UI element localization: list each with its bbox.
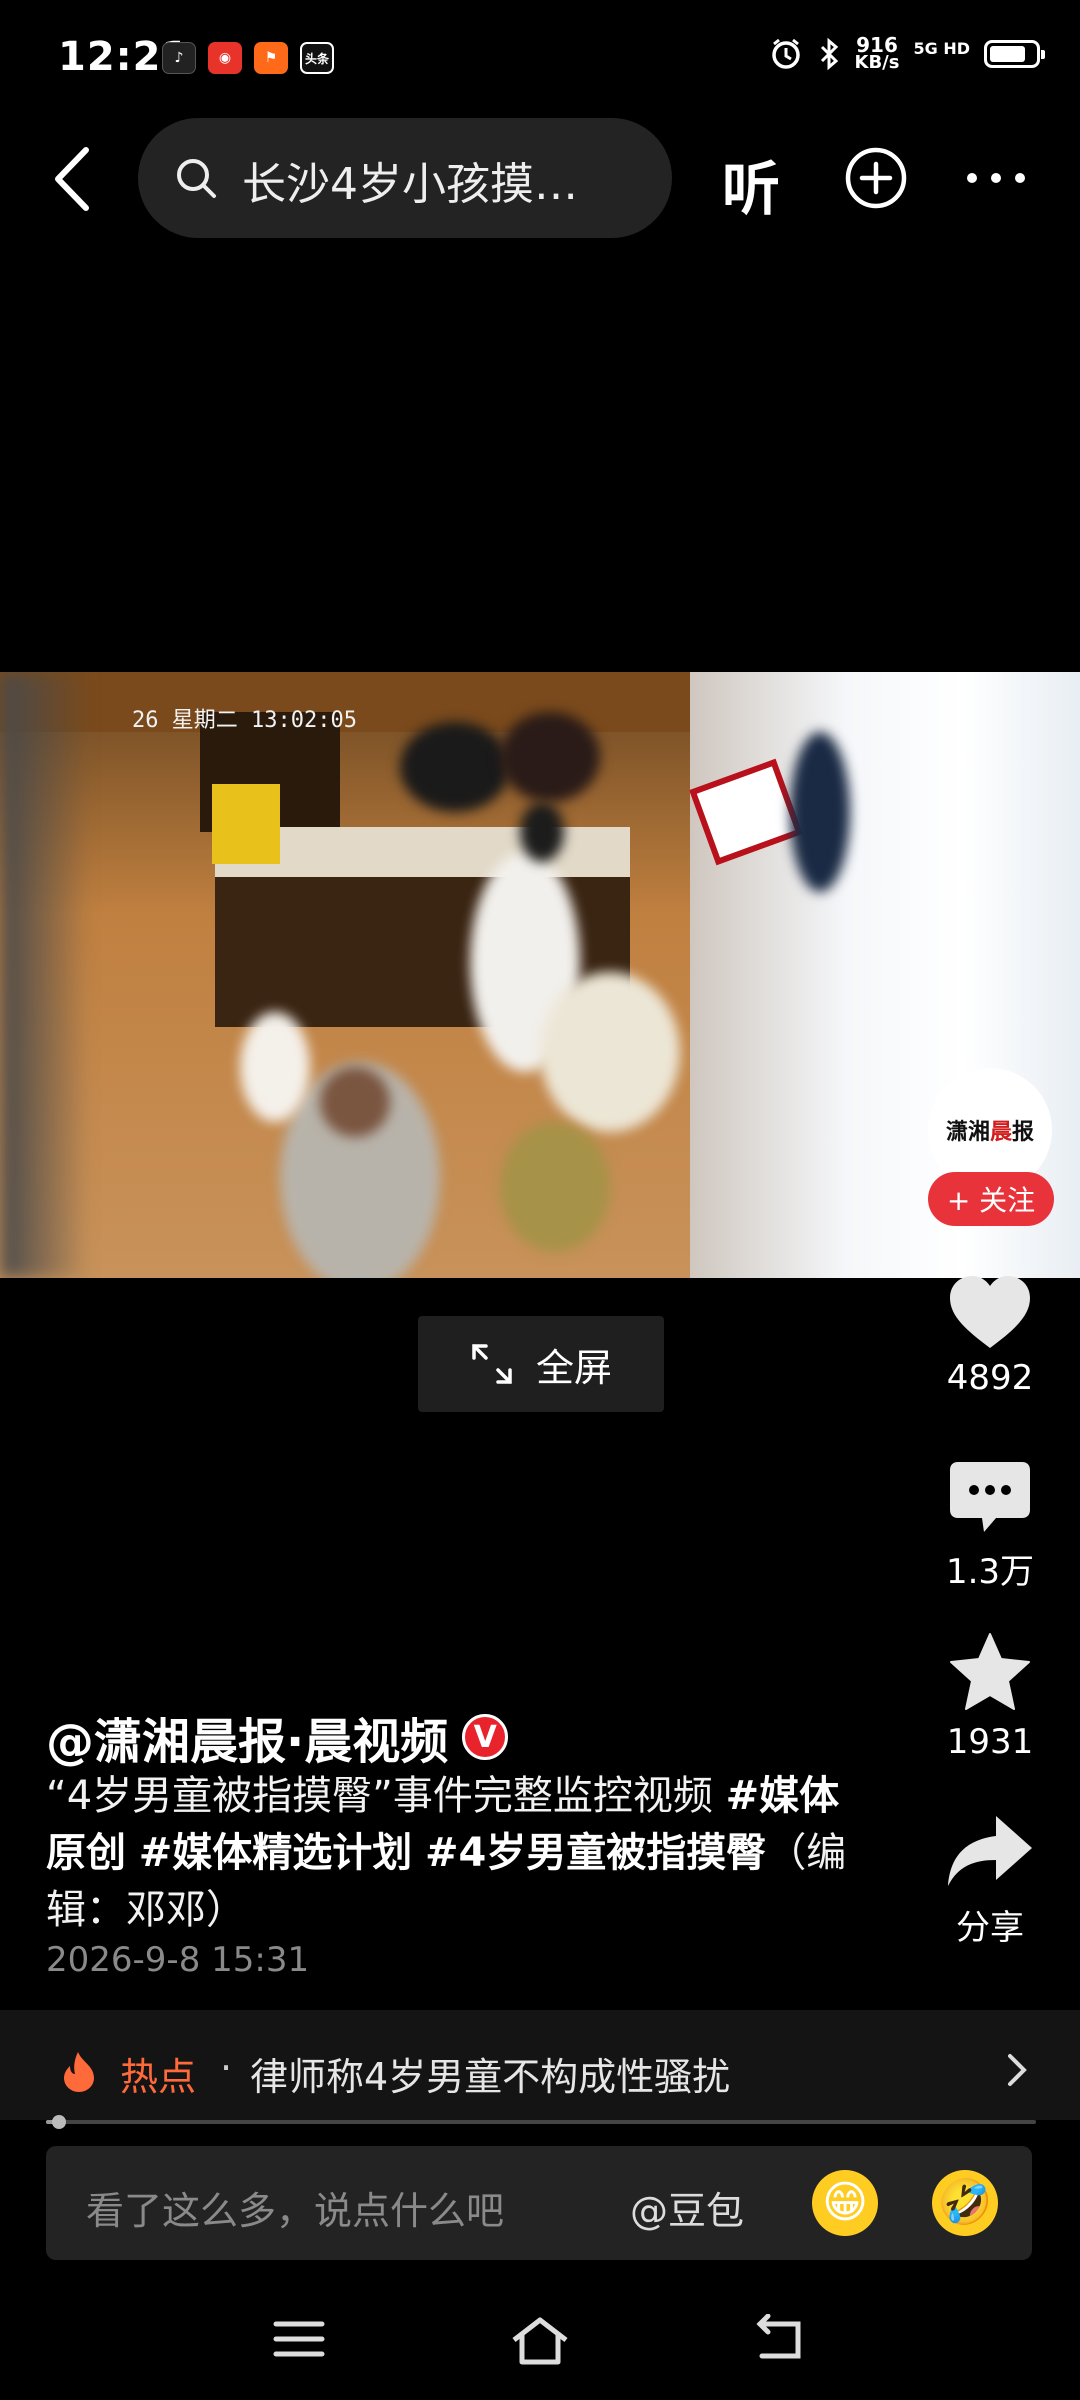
- search-bar[interactable]: 长沙4岁小孩摸…: [138, 118, 672, 238]
- video-scene-yellow-box: [212, 784, 280, 864]
- news-app-icon: ◉: [208, 42, 242, 74]
- network-label: 5G HD: [913, 39, 970, 58]
- verified-badge: V: [462, 1714, 509, 1760]
- mention-doubao-button[interactable]: @豆包: [630, 2180, 744, 2235]
- toutiao-app-icon: 头条: [300, 42, 334, 74]
- video-scene-blur: [0, 672, 90, 1278]
- fullscreen-button[interactable]: 全屏: [418, 1316, 664, 1412]
- share-action[interactable]: 分享: [928, 1814, 1052, 1949]
- back-nav-icon[interactable]: [752, 2314, 808, 2368]
- channel-logo-text: 晨: [989, 1120, 1012, 1145]
- system-navigation-bar: [0, 2300, 1080, 2400]
- top-nav: 长沙4岁小孩摸… 听: [0, 118, 1080, 238]
- publish-date: 2026-9-8 15:31: [46, 1940, 310, 1980]
- video-scene-person: [540, 972, 680, 1132]
- status-app-icons: ♪ ◉ ⚑ 头条: [162, 42, 334, 74]
- net-speed: 916 KB/s: [854, 35, 900, 73]
- alarm-icon: [771, 38, 800, 69]
- search-icon: [177, 159, 216, 198]
- channel-logo-text: 潇湘: [945, 1120, 990, 1145]
- laugh-cry-emoji-icon[interactable]: 🤣: [932, 2170, 998, 2236]
- channel-logo-text: 报: [1012, 1120, 1035, 1145]
- hot-topic-label: 热点: [120, 2055, 197, 2099]
- battery-icon: [984, 40, 1045, 68]
- more-options-icon[interactable]: [964, 158, 1028, 198]
- video-scene-person: [320, 1067, 390, 1137]
- playback-progress-bar[interactable]: [46, 2115, 1036, 2129]
- author-name-text: @潇湘晨报·晨视频: [46, 1714, 449, 1770]
- status-bar: 12:21 ♪ ◉ ⚑ 头条 916 KB/s 5G HD: [0, 0, 1080, 120]
- heart-icon: [950, 1276, 1030, 1348]
- comment-input[interactable]: 看了这么多，说点什么吧 @豆包 😁 🤣: [46, 2146, 1032, 2260]
- post-desc-text: “4岁男童被指摸臀”事件完整监控视频: [46, 1773, 713, 1819]
- video-scene-person: [790, 732, 850, 892]
- video-player[interactable]: 26 星期二 13:02:05: [0, 672, 1080, 1278]
- author-name[interactable]: @潇湘晨报·晨视频 V: [46, 1702, 509, 1772]
- follow-button[interactable]: + 关注: [928, 1172, 1054, 1226]
- fullscreen-label: 全屏: [535, 1345, 612, 1390]
- favorite-action[interactable]: 1931: [928, 1632, 1052, 1762]
- comment-placeholder: 看了这么多，说点什么吧: [86, 2189, 505, 2233]
- video-scene-person: [240, 1012, 310, 1122]
- hashtag[interactable]: #4岁男童被指摸臀: [425, 1830, 766, 1876]
- share-label: 分享: [956, 1908, 1024, 1948]
- hot-topic-text: 律师称4岁男童不构成性骚扰: [250, 2055, 731, 2099]
- grin-emoji-icon[interactable]: 😁: [812, 2170, 878, 2236]
- flag-app-icon: ⚑: [254, 42, 288, 74]
- add-circle-icon[interactable]: [844, 146, 908, 210]
- playback-scrubber-handle[interactable]: [51, 2115, 66, 2129]
- comment-count: 1.3万: [945, 1552, 1035, 1592]
- menu-icon[interactable]: [272, 2314, 326, 2364]
- net-speed-unit: KB/s: [854, 52, 900, 73]
- back-button[interactable]: [46, 144, 106, 214]
- hot-topic-bar[interactable]: 热点 · 律师称4岁男童不构成性骚扰: [0, 2010, 1080, 2120]
- battery-level: [990, 46, 1026, 62]
- video-scene-person: [500, 1122, 610, 1252]
- expand-icon: [472, 1344, 512, 1384]
- hot-topic-separator: ·: [220, 2046, 233, 2090]
- hashtag[interactable]: #媒体精选计划: [139, 1830, 413, 1876]
- like-action[interactable]: 4892: [928, 1274, 1052, 1398]
- share-icon: [948, 1816, 1032, 1886]
- status-indicators: 916 KB/s 5G HD: [769, 35, 1045, 73]
- bluetooth-icon: [820, 37, 838, 71]
- video-timestamp-overlay: 26 星期二 13:02:05: [132, 708, 357, 733]
- search-query: 长沙4岁小孩摸…: [242, 159, 578, 210]
- douyin-app-icon: ♪: [162, 42, 196, 74]
- video-scene-person: [520, 802, 564, 862]
- chevron-right-icon: [1008, 2054, 1027, 2086]
- home-icon[interactable]: [508, 2314, 572, 2368]
- listen-button[interactable]: 听: [722, 142, 780, 226]
- like-count: 4892: [946, 1358, 1034, 1398]
- video-scene-person: [400, 722, 510, 812]
- comment-action[interactable]: 1.3万: [928, 1460, 1052, 1593]
- comment-icon: [950, 1462, 1030, 1532]
- video-scene-person: [500, 712, 600, 802]
- star-icon: [950, 1633, 1030, 1710]
- post-description[interactable]: “4岁男童被指摸臀”事件完整监控视频 #媒体原创 #媒体精选计划 #4岁男童被指…: [46, 1768, 866, 1939]
- flame-icon: [64, 2052, 94, 2092]
- favorite-count: 1931: [946, 1722, 1034, 1762]
